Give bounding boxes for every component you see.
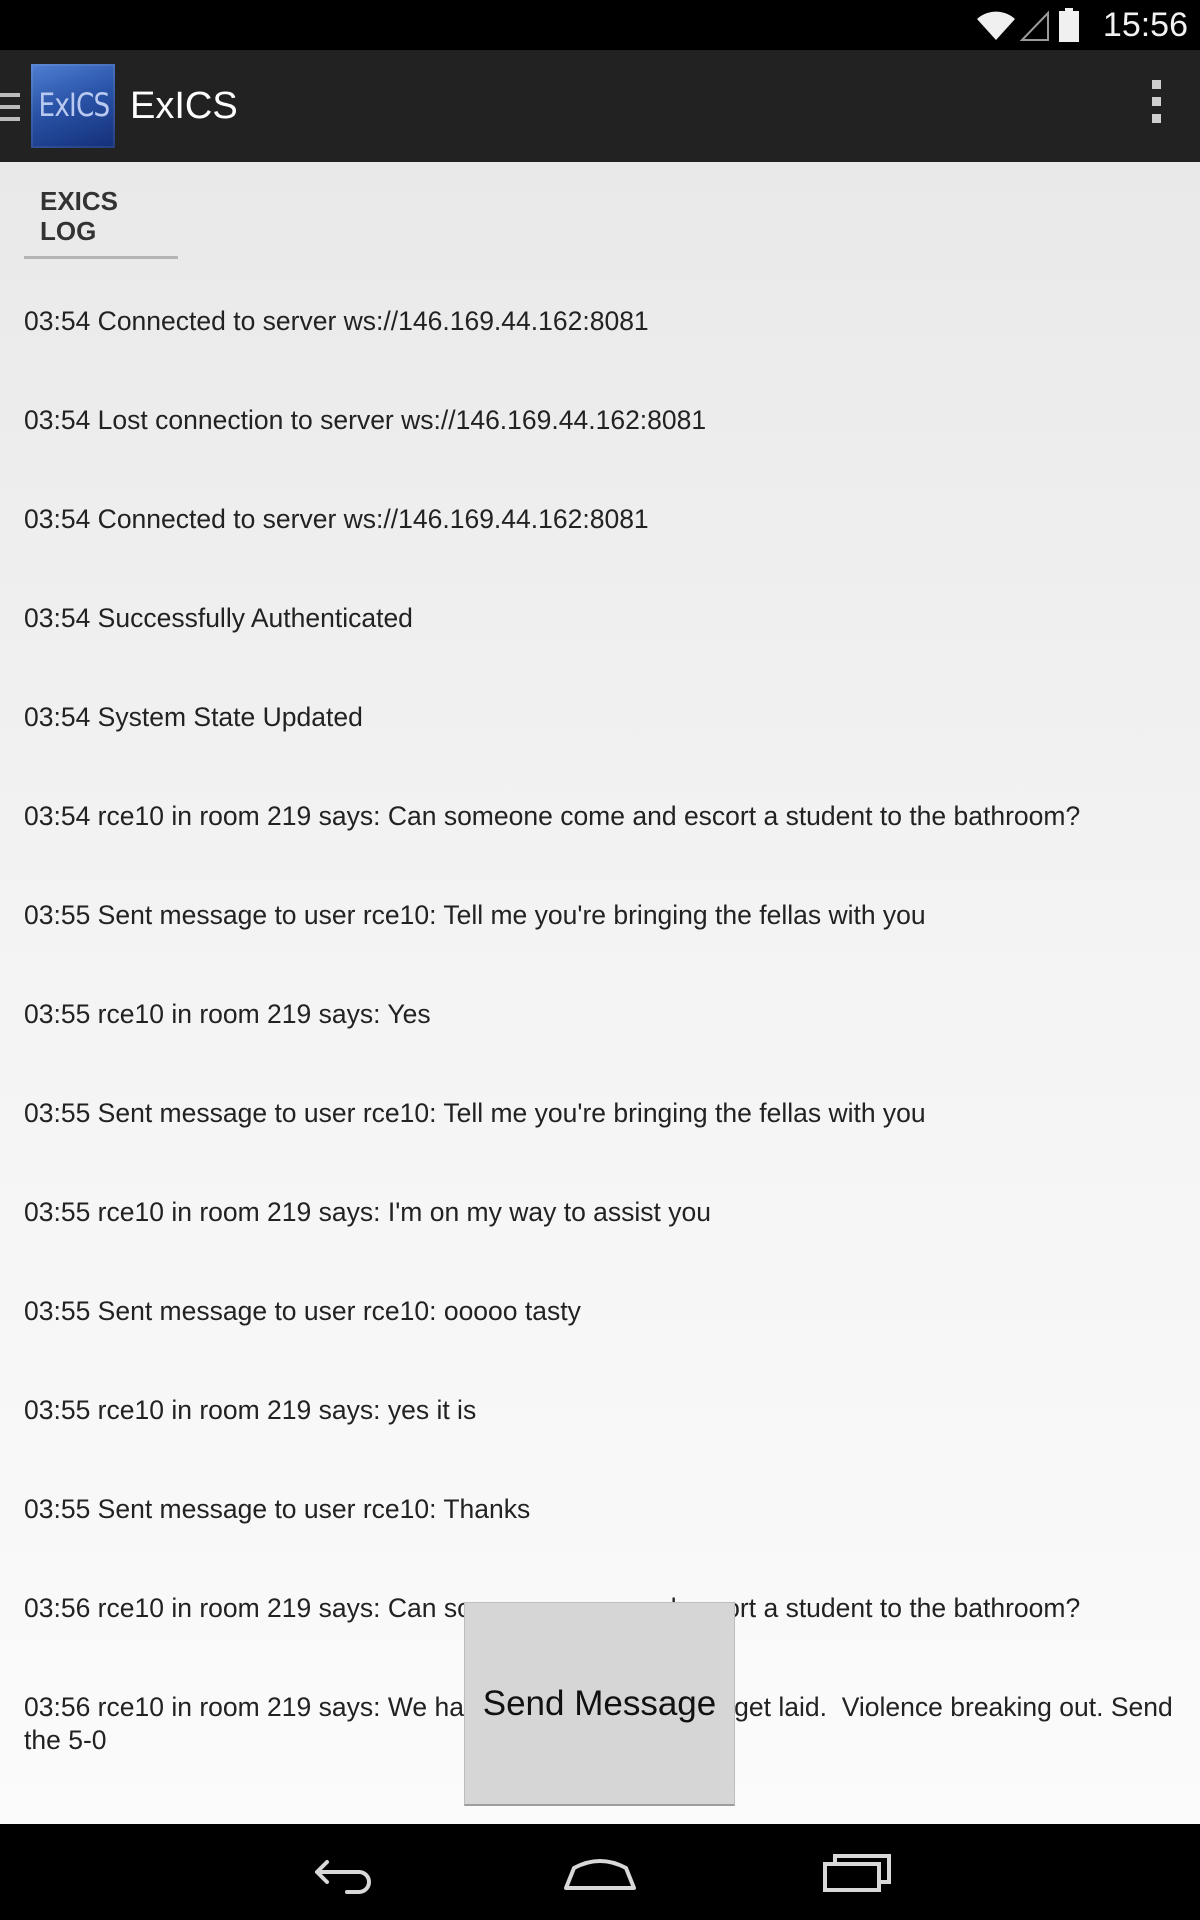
log-line: 03:54 System State Updated [24,702,363,732]
log-line: 03:55 Sent message to user rce10: Tell m… [24,1098,926,1128]
main-content: EXICS LOG 03:54 Connected to server ws:/… [0,162,1200,1824]
log-line: 03:55 Sent message to user rce10: ooooo … [24,1296,581,1326]
log-line: 03:55 Sent message to user rce10: Thanks [24,1494,531,1524]
log-line: 03:54 Successfully Authenticated [24,603,413,633]
app-logo[interactable]: ExICS [31,64,115,148]
cell-signal-icon [1020,10,1050,42]
recent-apps-icon[interactable] [817,1844,897,1900]
overflow-menu-icon[interactable] [1136,80,1176,134]
back-icon[interactable] [303,1844,383,1900]
status-bar: 15:56 [0,0,1200,50]
navigation-bar [0,1824,1200,1920]
log-line: 03:54 Lost connection to server ws://146… [24,405,707,435]
log-line: 03:54 rce10 in room 219 says: Can someon… [24,801,1081,831]
log-line: 03:54 Connected to server ws://146.169.4… [24,306,649,336]
wifi-icon [976,10,1016,42]
status-time: 15:56 [1102,6,1188,44]
action-bar: ExICS ExICS [0,50,1200,162]
log-text: 03:54 Connected to server ws://146.169.4… [24,239,1184,1823]
log-line: 03:54 Connected to server ws://146.169.4… [24,504,649,534]
app-logo-text: ExICS [38,86,111,124]
log-line: 03:55 rce10 in room 219 says: I'm on my … [24,1197,712,1227]
log-line: 03:55 rce10 in room 219 says: Yes [24,999,431,1029]
home-icon[interactable] [560,1844,640,1900]
drawer-indicator-icon[interactable] [0,93,20,123]
send-message-button[interactable]: Send Message [464,1602,735,1806]
log-line: 03:55 Sent message to user rce10: Tell m… [24,900,926,930]
log-header-label: EXICS LOG [40,186,119,246]
log-line: 03:55 rce10 in room 219 says: yes it is [24,1395,477,1425]
app-title: ExICS [130,85,238,127]
status-icons [976,8,1080,42]
battery-icon [1058,8,1080,42]
